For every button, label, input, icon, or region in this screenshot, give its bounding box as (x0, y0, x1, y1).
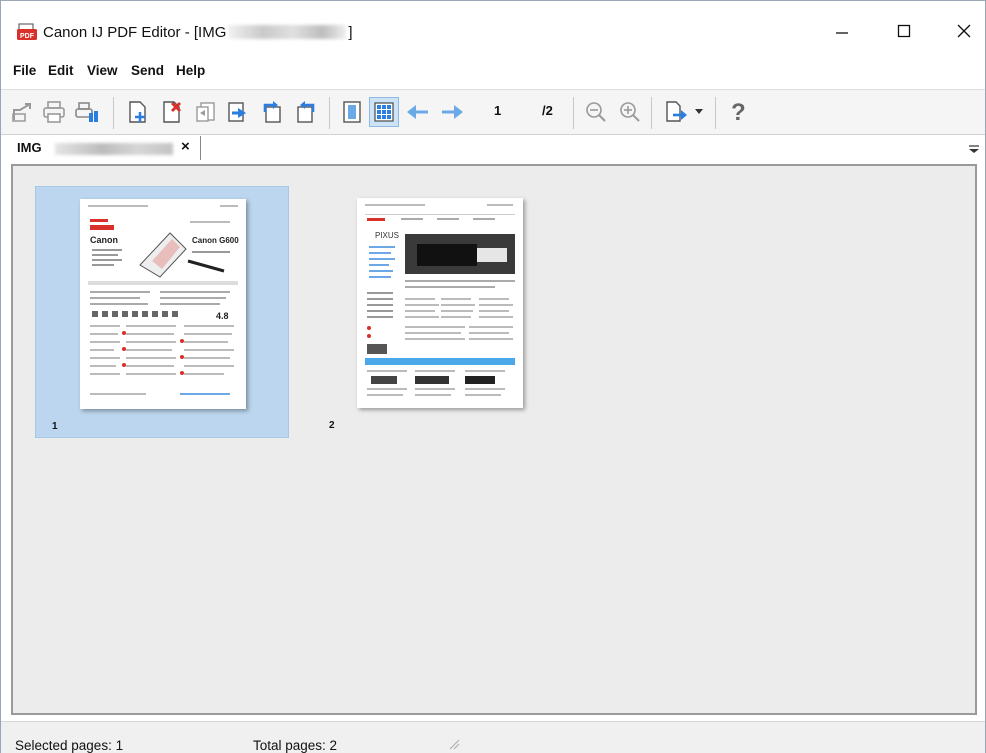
zoom-in-icon (620, 102, 640, 122)
help-icon: ? (731, 99, 746, 125)
toolbar-separator (113, 97, 114, 129)
tab-label: IMG (17, 140, 42, 155)
export-dropdown-button[interactable] (691, 97, 707, 127)
selected-pages-status: Selected pages: 1 (15, 738, 124, 753)
move-page-right-icon (228, 102, 246, 122)
previous-page-button[interactable] (403, 97, 433, 127)
title-bar[interactable]: PDF Canon IJ PDF Editor - [IMG] (1, 1, 985, 53)
svg-text:PDF: PDF (20, 33, 35, 40)
svg-text:Canon: Canon (90, 235, 118, 245)
delete-page-button[interactable] (157, 97, 187, 127)
page-2-preview: PIXUS (357, 198, 523, 408)
rotate-right-icon (297, 101, 315, 123)
rotate-left-icon (263, 101, 281, 123)
rotate-left-button[interactable] (257, 97, 287, 127)
next-page-button[interactable] (437, 97, 467, 127)
menu-send[interactable]: Send (131, 63, 164, 78)
menu-view[interactable]: View (87, 63, 118, 78)
pdf-editor-app-icon: PDF (17, 23, 37, 40)
toolbar-separator (573, 97, 574, 129)
total-pages-status: Total pages: 2 (253, 738, 338, 753)
import-button[interactable] (7, 97, 37, 127)
maximize-icon (897, 24, 911, 38)
status-bar: Selected pages: 1 Total pages: 2 (1, 721, 985, 753)
page-view-button[interactable] (337, 97, 367, 127)
tab-list-dropdown-icon[interactable] (967, 141, 981, 155)
zoom-out-button[interactable] (581, 97, 611, 127)
total-pages-label: /2 (542, 103, 553, 118)
add-page-button[interactable] (123, 97, 153, 127)
scan-settings-button[interactable] (73, 97, 103, 127)
previous-page-icon (407, 105, 428, 119)
page-number-label: 1 (52, 421, 58, 432)
svg-text:?: ? (731, 99, 746, 125)
minimize-button[interactable] (819, 11, 865, 51)
thumbnail-view-icon (374, 102, 394, 122)
redacted-filename (228, 25, 347, 39)
print-icon (43, 101, 65, 123)
scan-settings-icon (75, 102, 98, 122)
app-window: PDF Canon IJ PDF Editor - [IMG] File Edi… (0, 0, 986, 753)
window-title: Canon IJ PDF Editor - [IMG] (43, 24, 353, 41)
print-button[interactable] (39, 97, 69, 127)
page-1-content: Canon Canon G600 4.8 (88, 205, 239, 395)
page-thumbnail-area[interactable]: Canon Canon G600 4.8 1 PIXUS 2 (11, 164, 977, 715)
document-tab[interactable]: IMG × (9, 136, 201, 160)
menu-help[interactable]: Help (176, 63, 205, 78)
chevron-down-icon (695, 109, 703, 114)
export-icon (666, 101, 687, 122)
zoom-in-button[interactable] (615, 97, 645, 127)
toolbar-separator (329, 97, 330, 129)
close-icon (957, 24, 971, 38)
page-number-label: 2 (329, 420, 335, 431)
tab-close-button[interactable]: × (181, 138, 190, 155)
page-thumbnail-1[interactable]: Canon Canon G600 4.8 1 (35, 186, 289, 438)
add-page-icon (129, 101, 146, 123)
document-tab-bar: IMG × (1, 135, 985, 161)
menu-edit[interactable]: Edit (48, 63, 74, 78)
thumbnail-view-button[interactable] (369, 97, 399, 127)
toolbar-separator (651, 97, 652, 129)
page-2-content: PIXUS (365, 204, 515, 396)
move-page-left-icon (196, 102, 215, 122)
svg-text:Canon G600: Canon G600 (192, 236, 239, 245)
menu-bar: File Edit View Send Help (1, 59, 985, 85)
redacted-filename (55, 143, 173, 155)
current-page-field[interactable]: 1 (494, 103, 501, 118)
help-button[interactable]: ? (723, 97, 753, 127)
toolbar: 1 /2 ? (1, 89, 985, 135)
delete-page-icon (163, 101, 181, 123)
close-button[interactable] (941, 11, 986, 51)
next-page-icon (442, 105, 463, 119)
page-thumbnail-2[interactable]: PIXUS 2 (313, 186, 567, 438)
maximize-button[interactable] (881, 11, 927, 51)
export-button[interactable] (661, 97, 691, 127)
svg-text:4.8: 4.8 (216, 311, 229, 321)
resize-grip-icon[interactable] (446, 736, 460, 750)
zoom-out-icon (586, 102, 606, 122)
svg-text:PIXUS: PIXUS (375, 231, 399, 240)
move-page-left-button[interactable] (191, 97, 221, 127)
menu-file[interactable]: File (13, 63, 36, 78)
minimize-icon (836, 32, 848, 34)
import-icon (12, 103, 31, 122)
move-page-right-button[interactable] (223, 97, 253, 127)
page-view-icon (343, 101, 361, 123)
toolbar-separator (715, 97, 716, 129)
page-1-preview: Canon Canon G600 4.8 (80, 199, 246, 409)
rotate-right-button[interactable] (291, 97, 321, 127)
